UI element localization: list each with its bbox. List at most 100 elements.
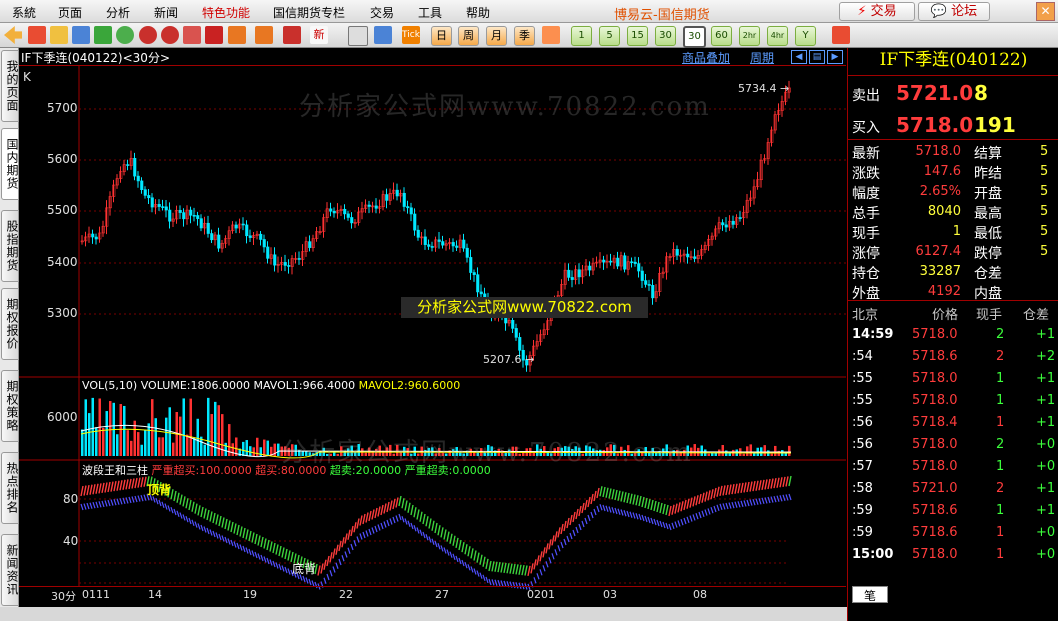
oscillator-bar xyxy=(476,552,480,563)
period-year-button[interactable]: Y xyxy=(795,26,816,46)
period-4hr-button[interactable]: 4hr xyxy=(767,26,788,46)
ad-banner[interactable]: 分析家公式网www.70822.com xyxy=(401,297,648,318)
period-day-button[interactable]: 日 xyxy=(431,26,452,46)
chart-area[interactable]: IF下季连(040122)<30分> 商品叠加 周期 ◀ ▤ ▶ K 5700 … xyxy=(19,48,846,621)
oscillator-bar xyxy=(374,507,378,519)
oscillator-bar xyxy=(572,511,576,523)
oscillator-bar xyxy=(785,476,789,487)
period-link[interactable]: 周期 xyxy=(750,49,774,66)
menu-column[interactable]: 国信期货专栏 xyxy=(273,4,345,21)
oscillator-line xyxy=(467,564,471,571)
menu-analysis[interactable]: 分析 xyxy=(106,4,130,21)
sidebar-tab-my-page[interactable]: 我的页面 xyxy=(1,50,19,122)
oscillator-bar xyxy=(332,548,336,559)
candle-body xyxy=(164,206,168,211)
magnifier-icon[interactable] xyxy=(183,26,201,44)
tick-time: :56 xyxy=(852,437,873,452)
menu-system[interactable]: 系統 xyxy=(12,4,36,21)
tick-header-volume: 现手 xyxy=(976,308,1003,323)
sidebar-tab-option-strategy[interactable]: 期权策略 xyxy=(1,370,19,442)
period-5m-button[interactable]: 5 xyxy=(599,26,620,46)
window-icon[interactable] xyxy=(205,26,223,44)
tick-price: 5721.0 xyxy=(912,481,958,496)
menu-news[interactable]: 新闻 xyxy=(154,4,178,21)
list-icon[interactable] xyxy=(374,26,392,44)
settings-icon[interactable] xyxy=(832,26,850,44)
period-30m-active-button[interactable]: 30 xyxy=(683,26,706,48)
back-arrow-icon[interactable] xyxy=(4,26,22,44)
oscillator-bar xyxy=(275,544,279,555)
window-close-icon[interactable]: ✕ xyxy=(1036,2,1055,21)
volume-bar xyxy=(224,442,227,456)
oscillator-bar xyxy=(104,482,108,493)
trade-button[interactable]: ⚡ 交易 xyxy=(839,2,915,21)
oscillator-line xyxy=(533,577,537,584)
candle-body xyxy=(332,210,336,214)
grid-icon[interactable] xyxy=(72,26,90,44)
tools-icon[interactable] xyxy=(255,26,273,44)
chat-bubble-icon: 💬 xyxy=(930,4,948,19)
star-icon[interactable] xyxy=(50,26,68,44)
oscillator-line xyxy=(359,533,363,540)
sidebar-tab-hot-ranking[interactable]: 热点排名 xyxy=(1,452,19,524)
menu-trade[interactable]: 交易 xyxy=(370,4,394,21)
forum-button[interactable]: 💬 论坛 xyxy=(918,2,990,21)
oscillator-line xyxy=(236,542,240,550)
zoom-in-icon[interactable] xyxy=(139,26,157,44)
period-2hr-button[interactable]: 2hr xyxy=(739,26,760,46)
oscillator-line xyxy=(437,543,441,550)
bar-chart-icon[interactable] xyxy=(94,26,112,44)
high-price-label: 5734.4 → xyxy=(738,82,790,95)
oscillator-line xyxy=(326,573,330,581)
sidebar-tab-option-quotes[interactable]: 期权报价 xyxy=(1,288,19,360)
menu-special[interactable]: 特色功能 xyxy=(202,4,250,21)
new-icon[interactable]: 新 xyxy=(310,26,328,44)
oscillator-bar xyxy=(578,505,582,517)
sidebar-tab-domestic-futures[interactable]: 国内期货 xyxy=(1,128,19,200)
expand-icon[interactable]: ▤ xyxy=(809,50,825,64)
scroll-right-icon[interactable]: ▶ xyxy=(827,50,843,64)
oscillator-bar xyxy=(683,499,687,511)
home-icon[interactable] xyxy=(28,26,46,44)
sidebar-tab-news[interactable]: 新闻资讯 xyxy=(1,534,19,606)
oscillator-bar xyxy=(479,554,483,565)
oscillator-bar xyxy=(602,486,606,498)
tick-tab[interactable]: 笔 xyxy=(852,586,888,603)
overlay-link[interactable]: 商品叠加 xyxy=(682,49,730,66)
oscillator-bar xyxy=(539,551,543,562)
scroll-left-icon[interactable]: ◀ xyxy=(791,50,807,64)
year-icon[interactable] xyxy=(542,26,560,44)
oscillator-line xyxy=(695,513,699,520)
refresh-icon[interactable] xyxy=(116,26,134,44)
period-60m-button[interactable]: 60 xyxy=(711,26,732,46)
candle-body xyxy=(329,208,333,212)
forum-button-label: 论坛 xyxy=(951,4,978,19)
period-month-button[interactable]: 月 xyxy=(486,26,507,46)
oscillator-line xyxy=(350,543,354,551)
menu-help[interactable]: 帮助 xyxy=(466,4,490,21)
menu-page[interactable]: 页面 xyxy=(58,4,82,21)
zoom-out-icon[interactable] xyxy=(161,26,179,44)
pencil-icon[interactable] xyxy=(228,26,246,44)
stat-label: 幅度 xyxy=(852,186,880,202)
volume-bar xyxy=(161,437,164,456)
tick-time: 15:00 xyxy=(852,547,894,562)
oscillator-bar xyxy=(722,485,726,496)
oscillator-bar xyxy=(428,518,432,529)
sidebar-tab-index-futures[interactable]: 股指期货 xyxy=(1,210,19,282)
period-15m-button[interactable]: 15 xyxy=(627,26,648,46)
period-week-button[interactable]: 周 xyxy=(458,26,479,46)
tick-button[interactable]: Tick xyxy=(402,26,420,44)
oscillator-line xyxy=(107,499,111,507)
volume-bar xyxy=(84,399,87,456)
period-1m-button[interactable]: 1 xyxy=(571,26,592,46)
oscillator-bar xyxy=(443,529,447,540)
period-30m-button[interactable]: 30 xyxy=(655,26,676,46)
volume-bar xyxy=(242,441,245,456)
period-season-button[interactable]: 季 xyxy=(514,26,535,46)
oscillator-line xyxy=(686,516,690,523)
table-icon[interactable] xyxy=(348,26,368,46)
menu-tools[interactable]: 工具 xyxy=(418,4,442,21)
filter-icon[interactable] xyxy=(283,26,301,44)
oscillator-line xyxy=(356,536,360,543)
